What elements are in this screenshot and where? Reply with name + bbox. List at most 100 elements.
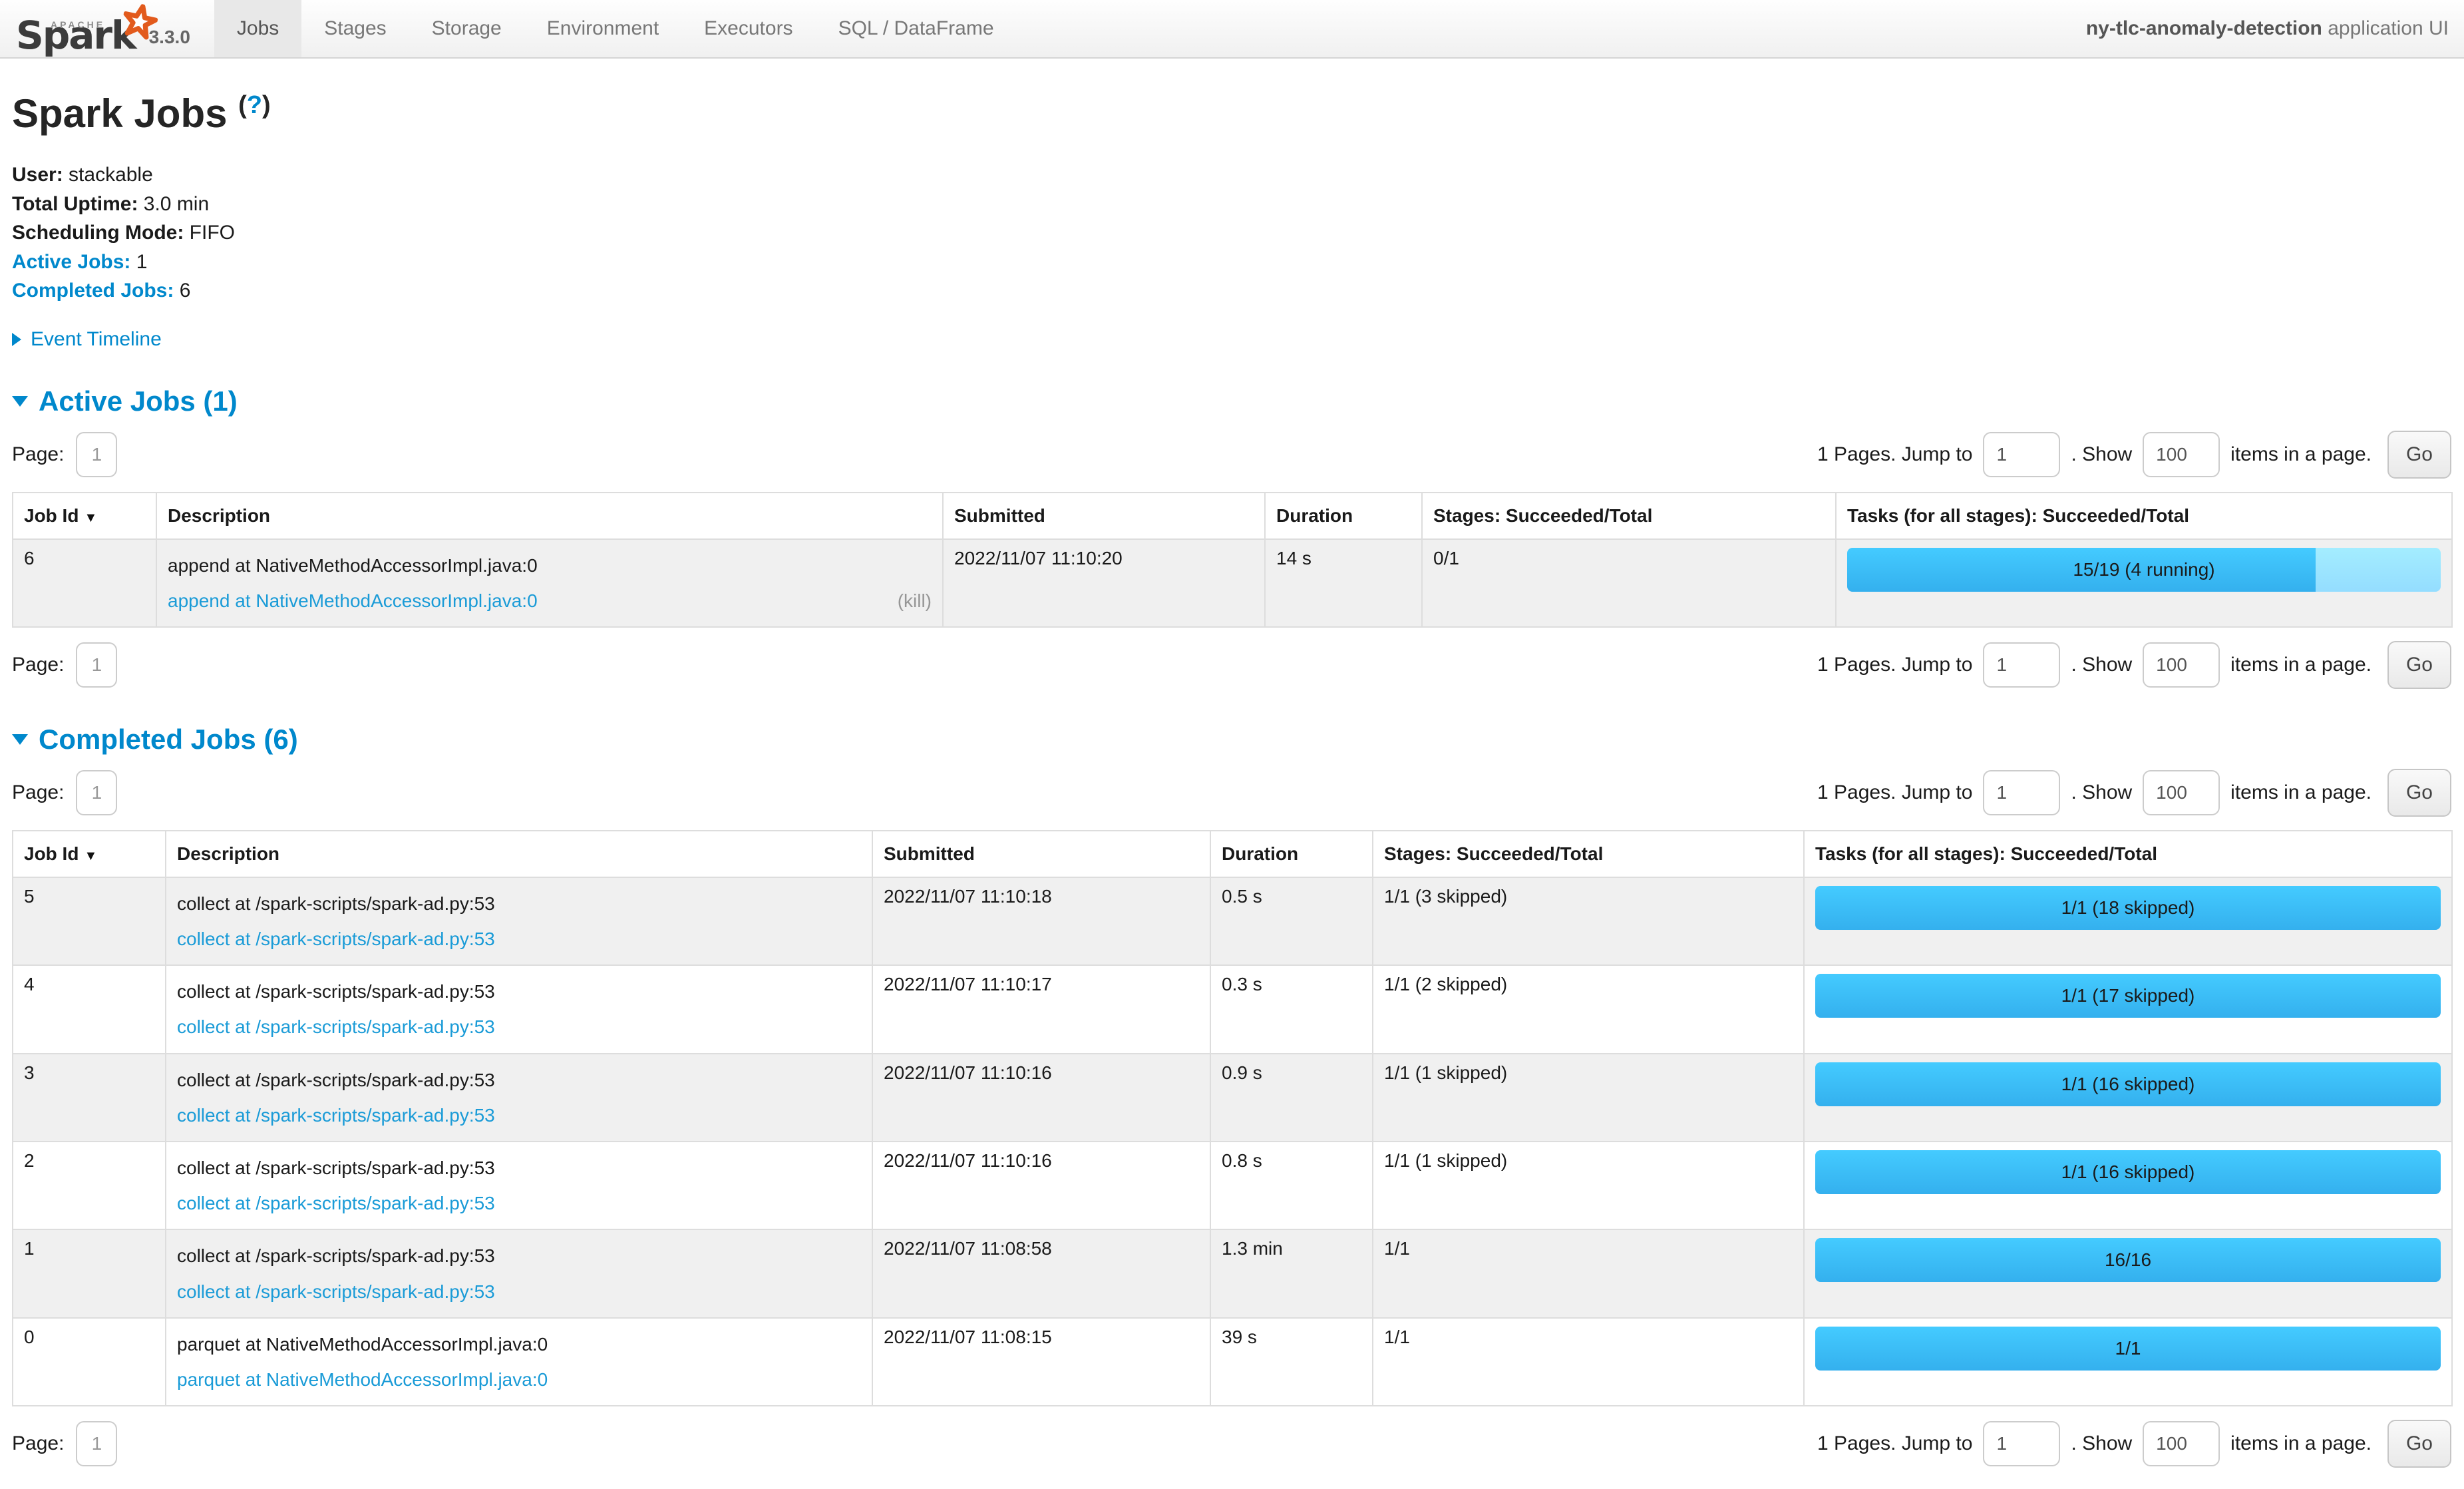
job-id-cell: 6 (13, 539, 156, 627)
job-description-cell: collect at /spark-scripts/spark-ad.py:53… (166, 965, 872, 1053)
page-label: Page: (12, 443, 64, 466)
go-button[interactable]: Go (2387, 431, 2451, 479)
items-per-page-input[interactable] (2143, 432, 2220, 477)
job-submitted-cell: 2022/11/07 11:10:20 (943, 539, 1265, 627)
job-id-cell: 3 (13, 1054, 166, 1142)
items-per-page-input[interactable] (2143, 770, 2220, 815)
completed-pagination-top: Page: 1 Pages. Jump to . Show items in a… (12, 769, 2451, 817)
job-tasks-cell: 1/1 (1804, 1318, 2452, 1406)
job-stages-cell: 1/1 (2 skipped) (1373, 965, 1804, 1053)
top-navbar: APACHE Spark 3.3.0 Jobs Stages Storage E… (0, 0, 2464, 59)
tasks-progress-bar: 1/1 (17 skipped) (1815, 974, 2441, 1018)
job-duration-cell: 39 s (1210, 1318, 1373, 1406)
progress-label: 1/1 (1815, 1327, 2441, 1371)
items-in-page-label: items in a page. (2230, 443, 2372, 466)
job-tasks-cell: 1/1 (18 skipped) (1804, 877, 2452, 965)
col-tasks[interactable]: Tasks (for all stages): Succeeded/Total (1804, 831, 2452, 877)
col-duration[interactable]: Duration (1265, 493, 1422, 539)
col-duration[interactable]: Duration (1210, 831, 1373, 877)
job-tasks-cell: 1/1 (16 skipped) (1804, 1142, 2452, 1229)
items-per-page-input[interactable] (2143, 1421, 2220, 1466)
go-button[interactable]: Go (2387, 1420, 2451, 1468)
col-description[interactable]: Description (166, 831, 872, 877)
tab-executors[interactable]: Executors (681, 0, 815, 57)
job-detail-link[interactable]: collect at /spark-scripts/spark-ad.py:53 (177, 921, 495, 957)
application-name: ny-tlc-anomaly-detection application UI (2086, 17, 2449, 40)
job-id-cell: 2 (13, 1142, 166, 1229)
col-submitted[interactable]: Submitted (943, 493, 1265, 539)
job-summary-list: User: stackable Total Uptime: 3.0 min Sc… (12, 160, 2451, 306)
jump-to-label: 1 Pages. Jump to (1817, 1432, 1972, 1455)
completed-job-row-5: 5 collect at /spark-scripts/spark-ad.py:… (13, 877, 2452, 965)
completed-jobs-section-header[interactable]: Completed Jobs (6) (12, 724, 2451, 755)
jump-to-input[interactable] (1983, 432, 2060, 477)
col-description[interactable]: Description (156, 493, 943, 539)
tasks-progress-bar: 1/1 (16 skipped) (1815, 1150, 2441, 1194)
job-duration-cell: 0.5 s (1210, 877, 1373, 965)
job-id-cell: 1 (13, 1229, 166, 1317)
items-in-page-label: items in a page. (2230, 654, 2372, 676)
job-duration-cell: 1.3 min (1210, 1229, 1373, 1317)
job-description-cell: append at NativeMethodAccessorImpl.java:… (156, 539, 943, 627)
items-per-page-input[interactable] (2143, 642, 2220, 688)
application-name-suffix: application UI (2322, 17, 2449, 39)
active-jobs-link[interactable]: Active Jobs: (12, 251, 130, 273)
page-content: Spark Jobs (?) User: stackable Total Upt… (0, 91, 2464, 1489)
tasks-progress-bar: 15/19 (4 running) (1847, 548, 2441, 592)
tab-jobs[interactable]: Jobs (214, 0, 301, 57)
go-button[interactable]: Go (2387, 641, 2451, 689)
col-stages[interactable]: Stages: Succeeded/Total (1422, 493, 1836, 539)
page-number-input[interactable] (76, 642, 117, 688)
job-detail-link[interactable]: collect at /spark-scripts/spark-ad.py:53 (177, 1185, 495, 1221)
page-number-input[interactable] (76, 770, 117, 815)
go-button[interactable]: Go (2387, 769, 2451, 817)
completed-job-row-0: 0 parquet at NativeMethodAccessorImpl.ja… (13, 1318, 2452, 1406)
tasks-progress-bar: 1/1 (1815, 1327, 2441, 1371)
sort-desc-icon: ▼ (84, 511, 97, 525)
jump-to-input[interactable] (1983, 770, 2060, 815)
col-job-id[interactable]: Job Id▼ (13, 831, 166, 877)
event-timeline-toggle[interactable]: Event Timeline (12, 328, 2451, 351)
jump-to-input[interactable] (1983, 642, 2060, 688)
completed-jobs-table: Job Id▼ Description Submitted Duration S… (12, 830, 2453, 1406)
page-number-input[interactable] (76, 432, 117, 477)
tab-storage[interactable]: Storage (409, 0, 524, 57)
active-table-header-row: Job Id▼ Description Submitted Duration S… (13, 493, 2452, 539)
job-id-cell: 0 (13, 1318, 166, 1406)
job-id-cell: 5 (13, 877, 166, 965)
col-submitted[interactable]: Submitted (872, 831, 1210, 877)
job-detail-link[interactable]: collect at /spark-scripts/spark-ad.py:53 (177, 1098, 495, 1133)
active-jobs-section-header[interactable]: Active Jobs (1) (12, 385, 2451, 417)
kill-job-link[interactable]: (kill) (898, 583, 932, 618)
job-description-cell: collect at /spark-scripts/spark-ad.py:53… (166, 877, 872, 965)
completed-pagination-bottom: Page: 1 Pages. Jump to . Show items in a… (12, 1420, 2451, 1468)
tasks-progress-bar: 16/16 (1815, 1238, 2441, 1282)
tab-environment[interactable]: Environment (524, 0, 681, 57)
help-link[interactable]: (?) (238, 91, 271, 119)
job-detail-link[interactable]: collect at /spark-scripts/spark-ad.py:53 (177, 1274, 495, 1309)
job-stages-cell: 1/1 (1 skipped) (1373, 1142, 1804, 1229)
col-stages[interactable]: Stages: Succeeded/Total (1373, 831, 1804, 877)
job-submitted-cell: 2022/11/07 11:10:18 (872, 877, 1210, 965)
tab-stages[interactable]: Stages (301, 0, 409, 57)
summary-active-jobs: Active Jobs: 1 (12, 248, 2451, 277)
col-tasks[interactable]: Tasks (for all stages): Succeeded/Total (1836, 493, 2452, 539)
jump-to-label: 1 Pages. Jump to (1817, 654, 1972, 676)
help-question-icon: ? (247, 91, 262, 119)
sort-desc-icon: ▼ (84, 849, 97, 863)
job-detail-link[interactable]: append at NativeMethodAccessorImpl.java:… (168, 583, 538, 618)
job-detail-link[interactable]: collect at /spark-scripts/spark-ad.py:53 (177, 1009, 495, 1044)
job-duration-cell: 0.9 s (1210, 1054, 1373, 1142)
page-label: Page: (12, 781, 64, 804)
progress-label: 1/1 (18 skipped) (1815, 886, 2441, 930)
completed-jobs-link[interactable]: Completed Jobs: (12, 280, 174, 302)
completed-job-row-2: 2 collect at /spark-scripts/spark-ad.py:… (13, 1142, 2452, 1229)
col-job-id[interactable]: Job Id▼ (13, 493, 156, 539)
job-stages-cell: 1/1 (1373, 1229, 1804, 1317)
page-number-input[interactable] (76, 1421, 117, 1466)
items-in-page-label: items in a page. (2230, 1432, 2372, 1455)
job-detail-link[interactable]: parquet at NativeMethodAccessorImpl.java… (177, 1362, 548, 1397)
show-label: . Show (2071, 781, 2132, 804)
jump-to-input[interactable] (1983, 1421, 2060, 1466)
tab-sql-dataframe[interactable]: SQL / DataFrame (816, 0, 1017, 57)
